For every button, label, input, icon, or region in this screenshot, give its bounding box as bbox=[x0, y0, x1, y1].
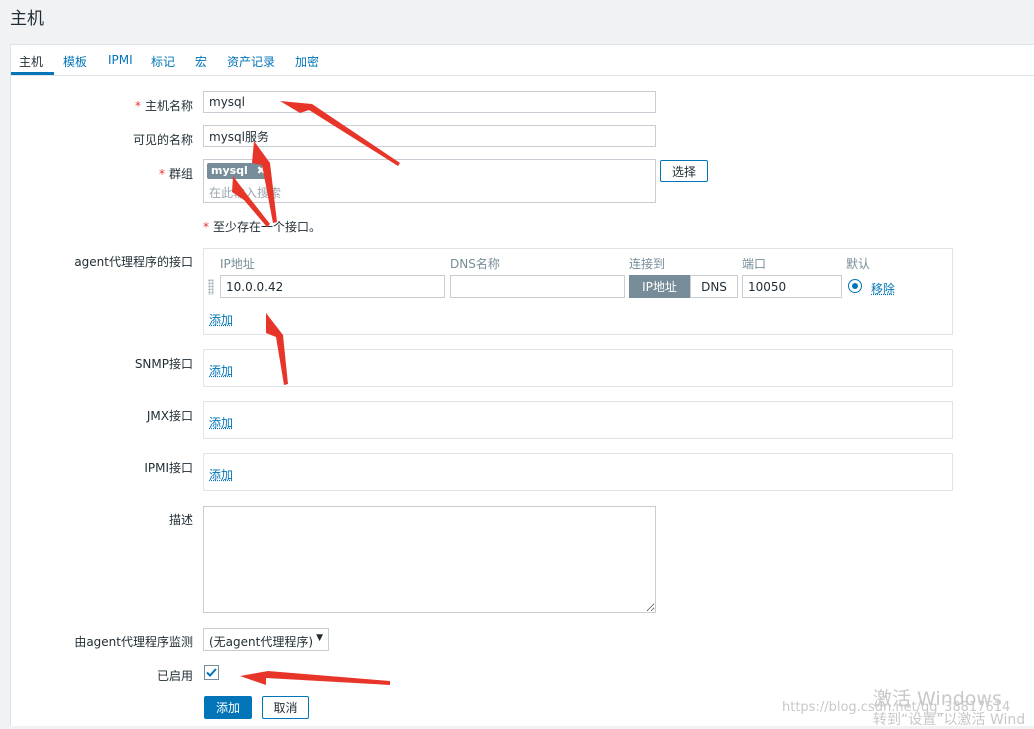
add-ipmi-interface-link[interactable]: 添加 bbox=[209, 466, 233, 483]
connect-dns-toggle[interactable]: DNS bbox=[690, 275, 738, 298]
jmx-interface-box: 添加 bbox=[203, 401, 953, 439]
description-label: 描述 bbox=[168, 513, 193, 527]
groups-label: * 群组 bbox=[158, 167, 193, 181]
proxy-select-value: (无agent代理程序) bbox=[209, 635, 314, 649]
host-form-panel: 主机 模板 IPMI 标记 宏 资产记录 加密 *主机名称 可见的名称 *群组 … bbox=[10, 44, 1034, 726]
page-title: 主机 bbox=[10, 9, 44, 29]
enabled-label: 已启用 bbox=[156, 669, 193, 683]
snmp-interface-label: SNMP接口 bbox=[134, 357, 193, 371]
checkmark-icon bbox=[206, 668, 217, 677]
col-port-header: 端口 bbox=[742, 257, 767, 271]
snmp-interface-box: 添加 bbox=[203, 349, 953, 387]
connect-ip-toggle[interactable]: IP地址 bbox=[629, 275, 690, 298]
groups-multiselect[interactable]: mysql ✖ 在此输入搜索 bbox=[203, 159, 656, 203]
group-tag: mysql ✖ bbox=[207, 163, 270, 179]
jmx-interface-label: JMX接口 bbox=[146, 409, 193, 423]
tab-templates[interactable]: 模板 bbox=[63, 53, 87, 70]
tab-ipmi[interactable]: IPMI bbox=[108, 53, 133, 67]
cancel-button[interactable]: 取消 bbox=[262, 696, 309, 719]
col-connect-header: 连接到 bbox=[629, 257, 666, 271]
default-radio[interactable] bbox=[848, 279, 862, 293]
remove-tag-icon[interactable]: ✖ bbox=[257, 164, 266, 177]
interface-required-note: * 至少存在一个接口。 bbox=[203, 220, 322, 234]
select-groups-button[interactable]: 选择 bbox=[660, 160, 708, 182]
tab-encryption[interactable]: 加密 bbox=[295, 53, 319, 70]
add-jmx-interface-link[interactable]: 添加 bbox=[209, 414, 233, 431]
col-dns-header: DNS名称 bbox=[450, 257, 500, 271]
watermark-activate: 激活 Windows bbox=[873, 688, 1002, 710]
host-name-label: * 主机名称 bbox=[134, 99, 193, 113]
visible-name-label: 可见的名称 bbox=[132, 133, 193, 147]
agent-dns-input[interactable] bbox=[450, 275, 625, 298]
agent-port-input[interactable] bbox=[742, 275, 842, 298]
watermark-settings: 转到“设置”以激活 Wind bbox=[873, 712, 1026, 728]
remove-interface-link[interactable]: 移除 bbox=[871, 280, 895, 297]
agent-ip-input[interactable] bbox=[220, 275, 445, 298]
add-agent-interface-link[interactable]: 添加 bbox=[209, 311, 233, 328]
description-textarea[interactable] bbox=[203, 506, 656, 613]
tab-inventory[interactable]: 资产记录 bbox=[227, 53, 275, 70]
radio-dot-icon bbox=[852, 283, 858, 289]
group-tag-label: mysql bbox=[211, 164, 248, 177]
tab-host[interactable]: 主机 bbox=[19, 53, 43, 70]
active-tab-indicator bbox=[11, 72, 54, 75]
chevron-down-icon: ▼ bbox=[316, 633, 323, 643]
enabled-checkbox[interactable] bbox=[204, 665, 219, 680]
proxy-label: 由agent代理程序监测 bbox=[74, 635, 193, 649]
col-ip-header: IP地址 bbox=[220, 257, 255, 271]
agent-interface-box: IP地址 DNS名称 连接到 端口 默认 IP地址 DNS 移除 添加 bbox=[203, 248, 953, 335]
add-button[interactable]: 添加 bbox=[204, 696, 252, 719]
agent-interface-label: agent代理程序的接口 bbox=[74, 255, 193, 269]
groups-search-placeholder[interactable]: 在此输入搜索 bbox=[209, 184, 281, 201]
tab-macros[interactable]: 宏 bbox=[195, 53, 207, 70]
visible-name-input[interactable] bbox=[203, 125, 656, 147]
host-name-input[interactable] bbox=[203, 91, 656, 113]
drag-handle-icon[interactable] bbox=[208, 279, 214, 295]
tab-bar: 主机 模板 IPMI 标记 宏 资产记录 加密 bbox=[11, 45, 1034, 76]
ipmi-interface-box: 添加 bbox=[203, 453, 953, 491]
col-default-header: 默认 bbox=[846, 257, 871, 271]
proxy-select[interactable]: (无agent代理程序) ▼ bbox=[203, 628, 329, 651]
add-snmp-interface-link[interactable]: 添加 bbox=[209, 362, 233, 379]
ipmi-interface-label: IPMI接口 bbox=[144, 461, 193, 475]
tab-tags[interactable]: 标记 bbox=[151, 53, 175, 70]
